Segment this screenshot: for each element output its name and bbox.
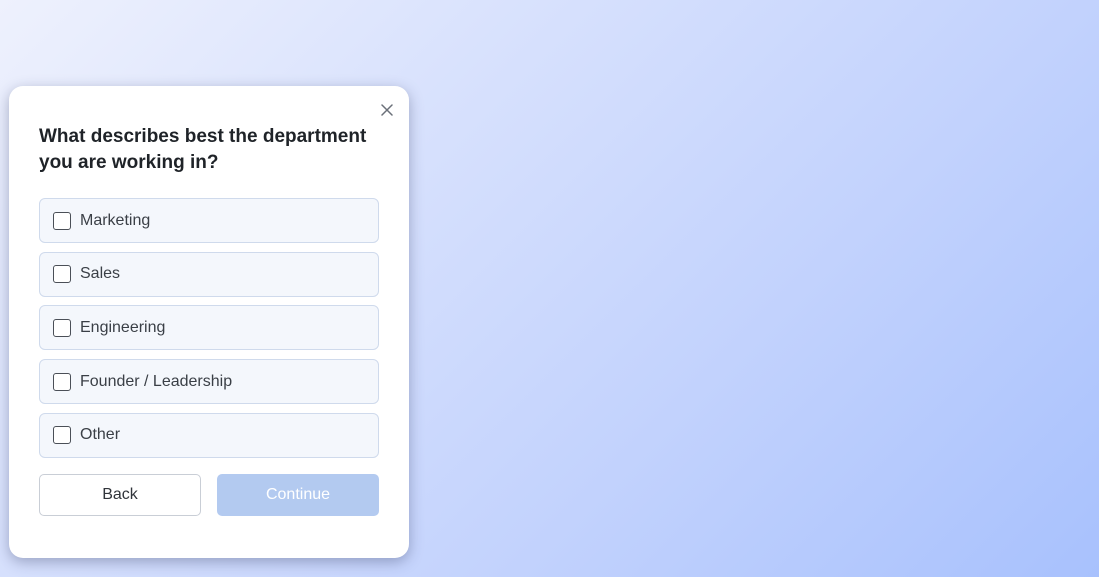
sales-checkbox[interactable] <box>53 265 71 284</box>
option-marketing[interactable]: Marketing <box>39 198 379 243</box>
option-label: Other <box>80 426 121 444</box>
option-engineering[interactable]: Engineering <box>39 305 379 351</box>
option-label: Marketing <box>80 211 151 229</box>
option-label: Engineering <box>80 318 166 336</box>
option-founder-leadership[interactable]: Founder / Leadership <box>39 359 379 405</box>
option-label: Founder / Leadership <box>80 372 233 390</box>
close-button[interactable] <box>377 100 397 120</box>
engineering-checkbox[interactable] <box>53 318 71 337</box>
dialog-question: What describes best the department you a… <box>39 126 367 173</box>
founder-leadership-checkbox[interactable] <box>53 372 71 391</box>
close-icon <box>381 104 393 116</box>
continue-button[interactable]: Continue <box>217 474 379 516</box>
option-label: Sales <box>80 265 121 283</box>
other-checkbox[interactable] <box>53 426 71 445</box>
marketing-checkbox[interactable] <box>53 211 71 230</box>
option-other[interactable]: Other <box>39 412 379 458</box>
option-sales[interactable]: Sales <box>39 251 379 297</box>
department-options: Marketing Sales Engineering Founder / Le… <box>39 198 379 458</box>
department-survey-dialog: What describes best the department you a… <box>9 86 409 558</box>
back-button[interactable]: Back <box>39 474 201 516</box>
